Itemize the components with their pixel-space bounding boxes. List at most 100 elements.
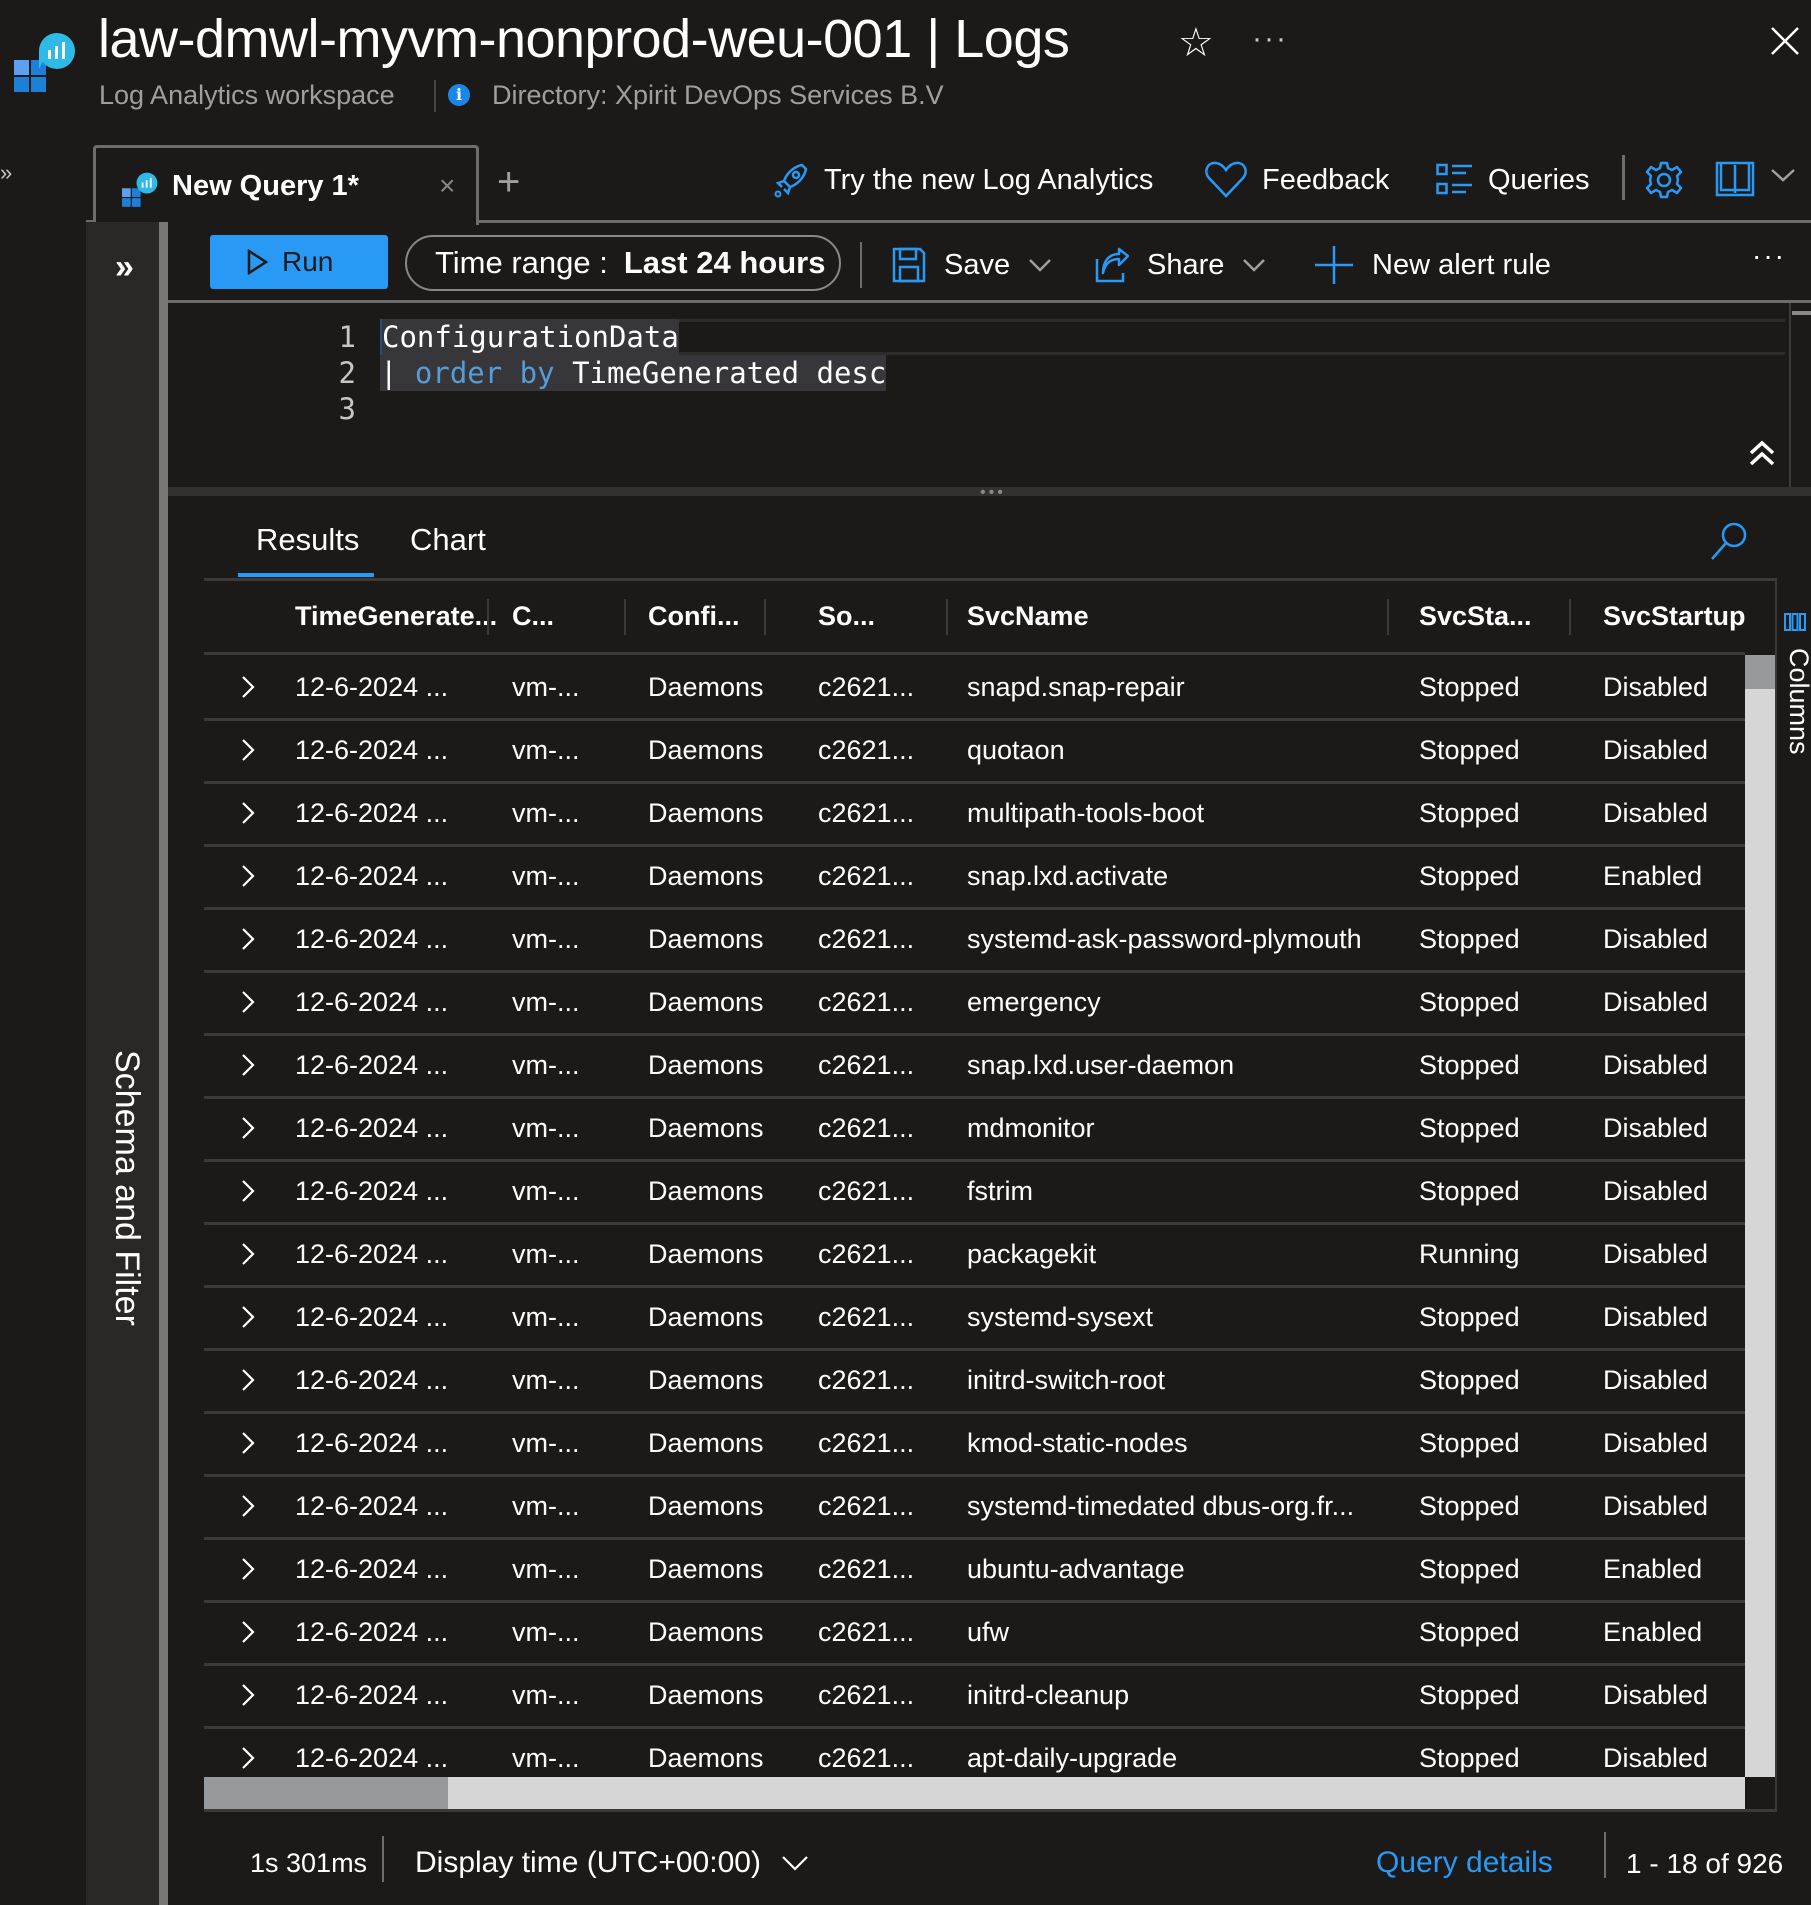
vertical-scrollbar[interactable] (1745, 655, 1775, 1777)
table-row[interactable]: 12-6-2024 ... vm-... Daemons c2621... mdmoni… (204, 1099, 1745, 1162)
column-header[interactable]: SvcSta... (1419, 601, 1532, 632)
expand-row-chevron-icon[interactable] (240, 674, 256, 700)
expand-row-chevron-icon[interactable] (240, 1682, 256, 1708)
schema-and-filter-label[interactable]: Schema and Filter (106, 1050, 146, 1326)
expand-row-chevron-icon[interactable] (240, 1241, 256, 1267)
query-tab[interactable]: New Query 1* × (93, 145, 479, 225)
table-row[interactable]: 12-6-2024 ... vm-... Daemons c2621... system… (204, 1477, 1745, 1540)
column-resize-handle[interactable] (487, 599, 489, 635)
queries-button[interactable]: Queries (1436, 158, 1590, 202)
expand-row-chevron-icon[interactable] (240, 1745, 256, 1771)
try-new-log-analytics-button[interactable]: Try the new Log Analytics (772, 158, 1153, 202)
query-editor[interactable]: 1 ConfigurationData 2 | order by TimeGen… (168, 303, 1811, 488)
table-row[interactable]: 12-6-2024 ... vm-... Daemons c2621... apt-da… (204, 1729, 1745, 1777)
collapse-editor-icon[interactable] (1748, 440, 1776, 468)
expand-row-chevron-icon[interactable] (240, 1619, 256, 1645)
time-range-picker[interactable]: Time range : Last 24 hours (405, 235, 841, 291)
book-icon[interactable] (1715, 160, 1755, 198)
table-cell: packagekit (967, 1239, 1097, 1269)
column-header[interactable]: So... (818, 601, 875, 632)
search-icon[interactable] (1708, 520, 1750, 562)
run-button[interactable]: Run (210, 235, 388, 289)
column-header[interactable]: C... (512, 601, 554, 632)
table-cell: Daemons (648, 1617, 764, 1647)
table-row[interactable]: 12-6-2024 ... vm-... Daemons c2621... fstrim… (204, 1162, 1745, 1225)
table-row[interactable]: 12-6-2024 ... vm-... Daemons c2621... quotao… (204, 721, 1745, 784)
expand-row-chevron-icon[interactable] (240, 1367, 256, 1393)
table-row[interactable]: 12-6-2024 ... vm-... Daemons c2621... multip… (204, 784, 1745, 847)
schema-expand-icon[interactable]: » (115, 248, 134, 287)
header-more-icon[interactable]: ··· (1252, 22, 1288, 56)
add-tab-icon[interactable]: + (497, 160, 520, 205)
column-header[interactable]: Confi... (648, 601, 739, 632)
expand-row-chevron-icon[interactable] (240, 1556, 256, 1582)
expand-row-chevron-icon[interactable] (240, 737, 256, 763)
footer-divider (382, 1836, 384, 1882)
nav-expand-icon[interactable]: » (0, 160, 12, 186)
close-tab-icon[interactable]: × (439, 170, 455, 202)
column-resize-handle[interactable] (946, 599, 948, 635)
expand-row-chevron-icon[interactable] (240, 1052, 256, 1078)
expand-row-chevron-icon[interactable] (240, 1178, 256, 1204)
new-alert-rule-button[interactable]: New alert rule (1314, 240, 1551, 290)
tab-results[interactable]: Results (256, 522, 359, 558)
columns-panel[interactable] (1775, 578, 1811, 1812)
vertical-scrollbar-thumb[interactable] (1745, 655, 1775, 689)
column-resize-handle[interactable] (624, 599, 626, 635)
chevron-down-icon[interactable] (1770, 165, 1796, 185)
table-row[interactable]: 12-6-2024 ... vm-... Daemons c2621... initrd… (204, 1351, 1745, 1414)
columns-icon[interactable] (1784, 612, 1806, 632)
toolbar-more-icon[interactable]: ··· (1752, 240, 1786, 272)
table-row[interactable]: 12-6-2024 ... vm-... Daemons c2621... emerge… (204, 973, 1745, 1036)
save-button[interactable]: Save (892, 240, 1052, 290)
splitter-grip-icon[interactable]: ••• (980, 484, 1006, 502)
schema-panel-splitter[interactable] (159, 222, 168, 1905)
expand-row-chevron-icon[interactable] (240, 800, 256, 826)
tab-chart[interactable]: Chart (410, 522, 486, 558)
table-row[interactable]: 12-6-2024 ... vm-... Daemons c2621... system… (204, 1288, 1745, 1351)
query-details-link[interactable]: Query details (1376, 1846, 1553, 1880)
toolbar-divider (1622, 155, 1625, 200)
editor-scrollbar-thumb[interactable] (1792, 311, 1811, 315)
table-cell: Daemons (648, 1050, 764, 1080)
table-row[interactable]: 12-6-2024 ... vm-... Daemons c2621... system… (204, 910, 1745, 973)
table-row[interactable]: 12-6-2024 ... vm-... Daemons c2621... snap.l… (204, 847, 1745, 910)
table-row[interactable]: 12-6-2024 ... vm-... Daemons c2621... initrd… (204, 1666, 1745, 1729)
table-cell: c2621... (818, 1491, 915, 1521)
line-number: 3 (338, 392, 356, 426)
column-header[interactable]: SvcStartupTyp (1603, 601, 1745, 632)
table-row[interactable]: 12-6-2024 ... vm-... Daemons c2621... snapd.… (204, 658, 1745, 721)
table-row[interactable]: 12-6-2024 ... vm-... Daemons c2621... packag… (204, 1225, 1745, 1288)
expand-row-chevron-icon[interactable] (240, 1304, 256, 1330)
gear-icon[interactable] (1644, 160, 1684, 200)
feedback-button[interactable]: Feedback (1204, 158, 1389, 202)
column-header[interactable]: TimeGenerate... (295, 601, 497, 632)
table-cell: initrd-switch-root (967, 1365, 1166, 1395)
close-icon[interactable] (1768, 24, 1802, 58)
table-cell: Stopped (1419, 1428, 1520, 1458)
table-cell: Stopped (1419, 735, 1520, 765)
table-row[interactable]: 12-6-2024 ... vm-... Daemons c2621... kmod-s… (204, 1414, 1745, 1477)
table-row[interactable]: 12-6-2024 ... vm-... Daemons c2621... snap.l… (204, 1036, 1745, 1099)
table-cell: Daemons (648, 1680, 764, 1710)
expand-row-chevron-icon[interactable] (240, 863, 256, 889)
expand-row-chevron-icon[interactable] (240, 1493, 256, 1519)
column-resize-handle[interactable] (1387, 599, 1389, 635)
results-table: TimeGenerate... C... Confi... So... SvcName S… (204, 581, 1745, 1777)
share-button[interactable]: Share (1095, 240, 1266, 290)
display-time-dropdown[interactable]: Display time (UTC+00:00) (415, 1846, 809, 1880)
expand-row-chevron-icon[interactable] (240, 926, 256, 952)
columns-label[interactable]: Columns (1783, 648, 1811, 755)
column-header[interactable]: SvcName (967, 601, 1089, 632)
column-resize-handle[interactable] (764, 599, 766, 635)
table-row[interactable]: 12-6-2024 ... vm-... Daemons c2621... ubuntu… (204, 1540, 1745, 1603)
table-cell: c2621... (818, 1743, 915, 1773)
horizontal-scrollbar-thumb[interactable] (204, 1777, 448, 1809)
expand-row-chevron-icon[interactable] (240, 1115, 256, 1141)
table-row[interactable]: 12-6-2024 ... vm-... Daemons c2621... ufw Sto… (204, 1603, 1745, 1666)
favorite-star-icon[interactable]: ☆ (1178, 20, 1214, 66)
column-resize-handle[interactable] (1569, 599, 1571, 635)
expand-row-chevron-icon[interactable] (240, 989, 256, 1015)
expand-row-chevron-icon[interactable] (240, 1430, 256, 1456)
table-cell: Stopped (1419, 672, 1520, 702)
